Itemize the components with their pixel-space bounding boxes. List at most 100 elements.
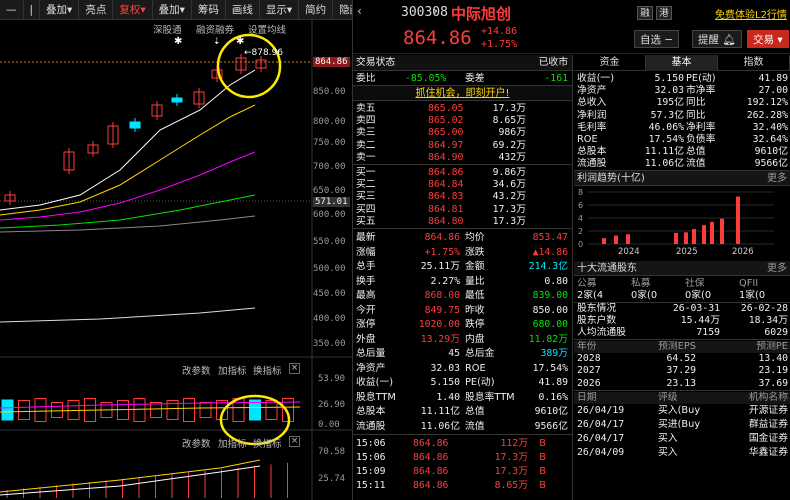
rating-row[interactable]: 26/04/09 买入 华鑫证券 bbox=[574, 446, 790, 460]
holders-more-link[interactable]: 更多 bbox=[767, 261, 787, 276]
toolbar-item-7[interactable]: 画线 bbox=[226, 0, 260, 20]
stat-label: 总股本 bbox=[356, 406, 386, 417]
bids-row[interactable]: 买二 864.84 34.6万 bbox=[353, 179, 572, 191]
holders-label: 股东户数 bbox=[577, 314, 617, 326]
rating-row[interactable]: 26/04/19 买入(Buy 开源证券 bbox=[574, 404, 790, 418]
toolbar-item-6[interactable]: 筹码 bbox=[192, 0, 226, 20]
stat-label: ROE bbox=[465, 362, 486, 374]
fin-row: 总股本 11.11亿 总值 9610亿 bbox=[574, 146, 790, 158]
tab-1[interactable]: 基本 bbox=[646, 55, 718, 71]
forecast-row: 2028 64.52 13.40 bbox=[574, 353, 790, 365]
alert-button[interactable]: 提醒 🔔︎ bbox=[692, 30, 742, 48]
stat-row: 涨幅 +1.75% 涨跌 ▲14.86 bbox=[353, 246, 572, 261]
bids-row[interactable]: 买五 864.80 17.3万 bbox=[353, 216, 572, 228]
fin-value: 27.00 bbox=[758, 85, 789, 97]
stat-value: 389万 bbox=[540, 348, 569, 359]
tick-row[interactable]: 15:06 864.86 17.3万 B bbox=[353, 451, 572, 465]
asks-row[interactable]: 卖四 865.02 8.65万 bbox=[353, 115, 572, 127]
volume-bar bbox=[199, 402, 212, 418]
sub-add-indicator[interactable]: 加指标 bbox=[218, 363, 247, 377]
tick-time: 15:06 bbox=[356, 438, 386, 449]
toolbar-item-2[interactable]: 叠加▾ bbox=[40, 0, 80, 20]
price-axis-tick: 800.00 bbox=[313, 117, 346, 127]
tick-list[interactable]: 15:06 864.86 112万 B 15:06 864.86 17.3万 B 15:09 86… bbox=[353, 435, 572, 493]
asks-price: 865.02 bbox=[428, 115, 464, 127]
trend-bar bbox=[692, 229, 696, 244]
bids-volume: 17.3万 bbox=[492, 215, 526, 227]
sub-close-icon[interactable]: × bbox=[289, 363, 300, 374]
kline-chart-svg[interactable]: ✱ ⇣ ✱ bbox=[0, 20, 352, 500]
bids-row[interactable]: 买四 864.81 17.3万 bbox=[353, 204, 572, 216]
bids-volume: 34.6万 bbox=[492, 179, 526, 191]
fin-value: 41.89 bbox=[758, 73, 789, 84]
asks-price: 864.97 bbox=[428, 139, 464, 151]
watchlist-button[interactable]: 自选 − bbox=[634, 30, 680, 48]
stat-value: 1020.00 bbox=[418, 319, 460, 330]
price-axis-tick: 350.00 bbox=[313, 339, 346, 349]
toolbar-item-8[interactable]: 显示▾ bbox=[260, 0, 300, 20]
sub2-add-indicator[interactable]: 加指标 bbox=[218, 436, 247, 450]
trade-button[interactable]: 交易 ▾ bbox=[747, 30, 789, 48]
stat-value: 1.40 bbox=[436, 391, 460, 403]
asks-row[interactable]: 卖一 864.90 432万 bbox=[353, 152, 572, 164]
prev-stock-icon[interactable]: ‹ bbox=[357, 4, 369, 18]
tick-row[interactable]: 15:06 864.86 112万 B bbox=[353, 437, 572, 451]
forecast-year: 2027 bbox=[577, 365, 601, 377]
rating-row[interactable]: 26/04/17 买入 国金证券 bbox=[574, 432, 790, 446]
stat-value: 11.82万 bbox=[528, 333, 568, 345]
event-marker: ⇣ bbox=[213, 37, 221, 47]
stat-value: ▲14.86 bbox=[532, 246, 568, 258]
margin-tag[interactable]: 融 bbox=[637, 6, 653, 20]
stat-label: 外盘 bbox=[356, 333, 376, 345]
tick-row[interactable]: 15:09 864.86 17.3万 B bbox=[353, 465, 572, 479]
margin-label[interactable]: 融资融券 bbox=[196, 22, 234, 36]
asks-row[interactable]: 卖三 865.00 986万 bbox=[353, 127, 572, 139]
set-ma-label[interactable]: 设置均线 bbox=[248, 22, 286, 36]
bids-row[interactable]: 买三 864.83 43.2万 bbox=[353, 191, 572, 203]
kline-chart-area[interactable]: ✱ ⇣ ✱ 深股通 融资融券 设置均线 ←878.96 864.86 571.01 … bbox=[0, 20, 352, 500]
stock-name: 中际旭创 bbox=[451, 5, 512, 23]
fin-label: 同比 bbox=[686, 97, 706, 109]
asks-row[interactable]: 卖五 865.05 17.3万 bbox=[353, 103, 572, 115]
tick-direction: B bbox=[539, 452, 546, 463]
asks-row[interactable]: 卖二 864.97 69.2万 bbox=[353, 140, 572, 152]
fin-value: 57.3亿 bbox=[650, 109, 684, 121]
tab-2[interactable]: 指数 bbox=[718, 55, 790, 71]
hk-tag[interactable]: 港 bbox=[656, 6, 672, 20]
sub-switch-indicator[interactable]: 换指标 bbox=[253, 363, 282, 377]
toolbar-item-3[interactable]: 亮点 bbox=[79, 0, 114, 20]
stat-label: 涨停 bbox=[356, 319, 376, 330]
bids-row[interactable]: 买一 864.86 9.86万 bbox=[353, 167, 572, 179]
rating-row[interactable]: 26/04/17 买进(Buy 群益证券 bbox=[574, 418, 790, 432]
stat-label: 最新 bbox=[356, 232, 376, 243]
stat-row: 流通股 11.06亿 流值 9566亿 bbox=[353, 420, 572, 435]
forecast-col: 年份 bbox=[577, 340, 597, 352]
volume-bar bbox=[51, 402, 63, 418]
profit-trend-more-link[interactable]: 更多 bbox=[767, 171, 787, 186]
order-ratio-row: 委比 -85.05% 委差 -161 bbox=[353, 71, 572, 86]
tab-0[interactable]: 资金 bbox=[574, 55, 646, 71]
fin-value: 195亿 bbox=[656, 97, 685, 109]
toolbar-item-1[interactable]: | bbox=[24, 0, 41, 20]
stat-row: 总股本 11.11亿 总值 9610亿 bbox=[353, 405, 572, 420]
sub-edit-params[interactable]: 改参数 bbox=[182, 363, 211, 377]
holders-cols: 公募 私募 社保 QFII bbox=[574, 278, 790, 290]
tick-volume: 17.3万 bbox=[494, 466, 528, 477]
l2-promo-link[interactable]: 免费体验L2行情 bbox=[715, 6, 787, 21]
toolbar-item-0[interactable]: — bbox=[0, 0, 24, 20]
toolbar-item-4[interactable]: 复权▾ bbox=[113, 0, 153, 20]
asks-price: 865.00 bbox=[428, 127, 464, 139]
open-account-banner[interactable]: 抓住机会，即刻开户! bbox=[353, 86, 572, 101]
toolbar-item-5[interactable]: 叠加▾ bbox=[153, 0, 192, 20]
toolbar-item-9[interactable]: 简约 bbox=[299, 0, 334, 20]
sub2-switch-indicator[interactable]: 换指标 bbox=[253, 436, 282, 450]
price-axis-tick: 750.00 bbox=[313, 138, 346, 148]
sub2-close-icon[interactable]: × bbox=[289, 436, 300, 447]
trend-bar bbox=[702, 225, 706, 244]
sub2-axis-top: 70.58 bbox=[318, 447, 346, 457]
high-price-label: ←878.96 bbox=[244, 48, 284, 58]
holders-table: 公募 私募 社保 QFII 2家(4 0家(0 0家(0 1家(0 股东情况 26-03-31 26… bbox=[574, 276, 790, 340]
hk-connect-label[interactable]: 深股通 bbox=[153, 22, 182, 36]
sub2-edit-params[interactable]: 改参数 bbox=[182, 436, 211, 450]
tick-row[interactable]: 15:11 864.86 8.65万 B bbox=[353, 479, 572, 493]
